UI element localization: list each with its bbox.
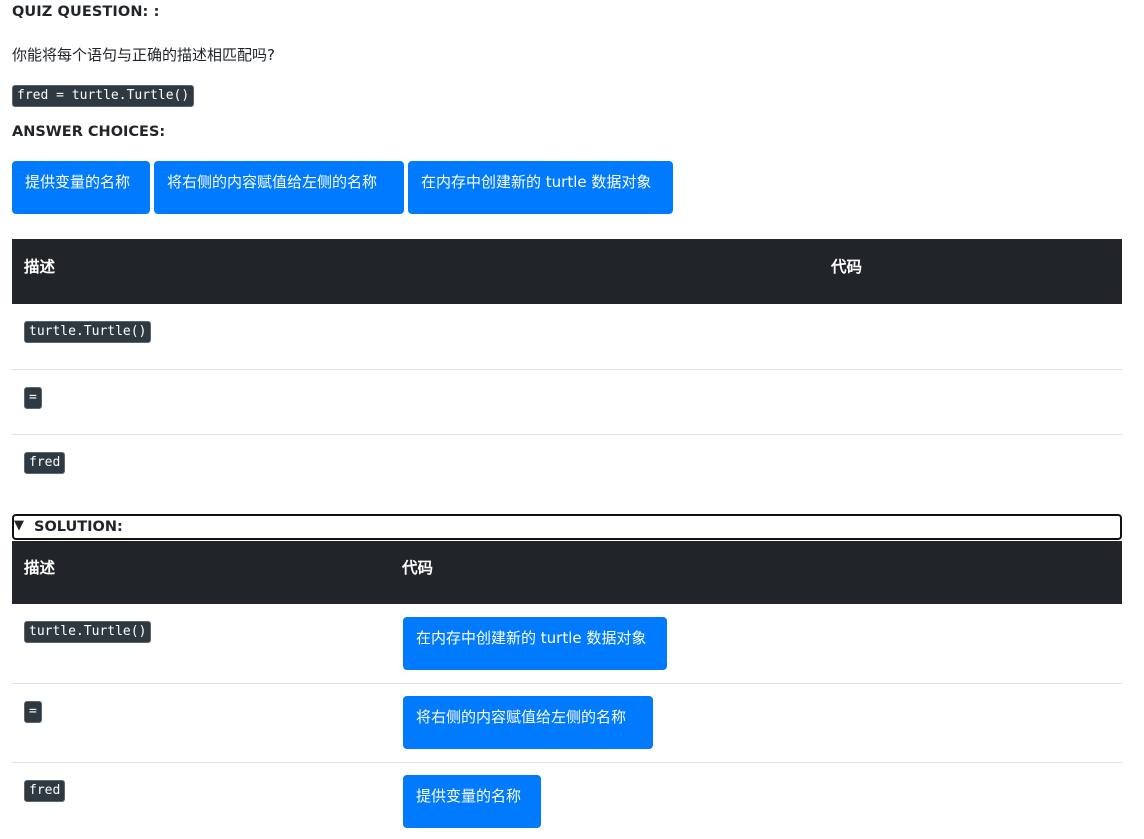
table-row: = 将右侧的内容赋值给左侧的名称 — [12, 684, 1122, 763]
row-code: fred — [24, 452, 66, 474]
table-row: fred 提供变量的名称 — [12, 763, 1122, 839]
drop-zone[interactable] — [831, 378, 1111, 428]
header-description: 描述 — [24, 258, 56, 276]
table-row: turtle.Turtle() 在内存中创建新的 turtle 数据对象 — [12, 604, 1122, 684]
row-code: = — [24, 387, 42, 409]
row-code: turtle.Turtle() — [24, 321, 152, 343]
solution-table-header: 描述 代码 — [12, 541, 1122, 604]
quiz-question-text: 你能将每个语句与正确的描述相匹配吗? — [12, 46, 275, 64]
answer-chip[interactable]: 将右侧的内容赋值给左侧的名称 — [403, 696, 653, 749]
table-row: fred — [12, 435, 1122, 500]
triangle-down-icon: ▼ — [14, 518, 24, 533]
answer-chip[interactable]: 提供变量的名称 — [403, 775, 541, 828]
row-code: turtle.Turtle() — [24, 621, 152, 643]
row-code: = — [24, 701, 42, 723]
drop-zone[interactable] — [831, 443, 1111, 493]
table-row: = — [12, 370, 1122, 435]
quiz-code-block: fred = turtle.Turtle() — [12, 84, 195, 107]
quiz-code: fred = turtle.Turtle() — [12, 85, 195, 107]
header-code: 代码 — [831, 258, 863, 276]
solution-label: SOLUTION: — [34, 519, 123, 535]
answer-chip[interactable]: 在内存中创建新的 turtle 数据对象 — [403, 617, 667, 670]
choice-chip[interactable]: 提供变量的名称 — [12, 161, 150, 214]
solution-toggle[interactable]: ▼ SOLUTION: — [12, 514, 1122, 540]
answer-choices-label: ANSWER CHOICES: — [12, 124, 166, 140]
header-description: 描述 — [24, 559, 56, 577]
table-row: turtle.Turtle() — [12, 304, 1122, 370]
header-code: 代码 — [402, 559, 434, 577]
matching-table-header: 描述 代码 — [12, 239, 1122, 304]
choice-chip[interactable]: 在内存中创建新的 turtle 数据对象 — [408, 161, 673, 214]
quiz-question-label: QUIZ QUESTION: : — [12, 4, 160, 20]
choice-chip[interactable]: 将右侧的内容赋值给左侧的名称 — [154, 161, 404, 214]
row-code: fred — [24, 780, 66, 802]
drop-zone[interactable] — [831, 312, 1111, 362]
